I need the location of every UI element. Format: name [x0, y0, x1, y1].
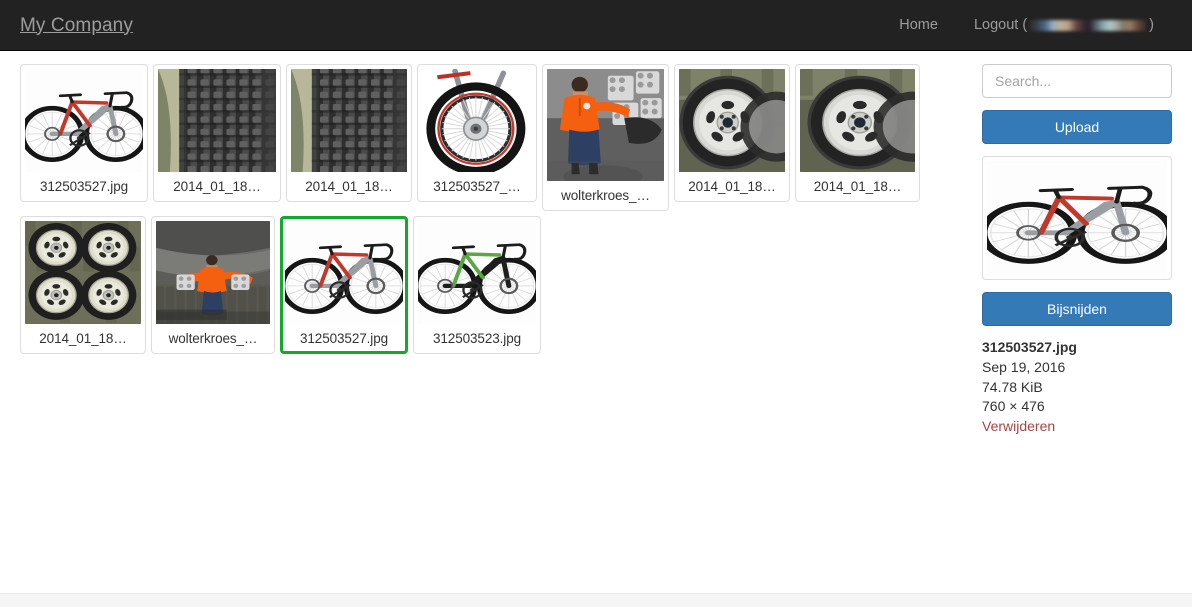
thumbnail-caption: 312503527.jpg	[299, 331, 389, 347]
brand-link[interactable]: My Company	[20, 0, 133, 51]
nav-item-home[interactable]: Home	[881, 0, 956, 51]
metadata-filesize: 74.78 KiB	[982, 378, 1043, 395]
thumbnail-card[interactable]: wolterkroes_…	[151, 216, 275, 355]
thumbnail-image	[285, 221, 403, 325]
thumbnail-image	[25, 221, 141, 325]
thumbnail-card[interactable]: 312503523.jpg	[413, 216, 541, 355]
main-container: 312503527.jpg 2014_01_18… 2014_01_18… 31…	[0, 51, 1192, 437]
thumbnail-card[interactable]: 312503527_…	[417, 64, 537, 203]
metadata-filename: 312503527.jpg	[982, 339, 1077, 355]
thumbnail-caption: 312503527_…	[433, 179, 521, 194]
search-input[interactable]	[982, 64, 1172, 98]
metadata-dimensions: 760 × 476	[982, 398, 1045, 415]
preview-image	[987, 161, 1167, 275]
crop-button[interactable]: Bijsnijden	[982, 292, 1172, 326]
preview-image-box[interactable]	[982, 156, 1172, 280]
nav-item-logout[interactable]: Logout ( )	[956, 0, 1176, 51]
thumbnail-image	[158, 69, 276, 172]
thumbnail-image	[422, 69, 532, 172]
thumbnail-image	[291, 69, 407, 172]
thumbnail-card[interactable]: 2014_01_18…	[795, 64, 920, 203]
thumbnail-caption: wolterkroes_…	[168, 331, 258, 347]
redacted-username	[1029, 19, 1148, 31]
upload-button[interactable]: Upload	[982, 110, 1172, 144]
thumbnail-caption: 312503527.jpg	[39, 179, 129, 194]
thumbnail-card[interactable]: 2014_01_18…	[674, 64, 790, 203]
thumbnail-card[interactable]: 2014_01_18…	[286, 64, 412, 203]
thumbnail-image	[800, 69, 915, 172]
thumbnail-card[interactable]: 2014_01_18…	[153, 64, 281, 203]
thumbnail-caption: 2014_01_18…	[813, 179, 902, 194]
file-metadata: 312503527.jpg Sep 19, 2016 74.78 KiB 760…	[982, 338, 1172, 437]
page-footer	[0, 593, 1192, 607]
thumbnail-image	[25, 69, 143, 172]
thumbnail-caption: 2014_01_18…	[688, 179, 776, 194]
thumbnail-caption: 2014_01_18…	[173, 179, 261, 194]
logout-prefix-text: Logout (	[973, 16, 1028, 33]
thumbnail-image	[679, 69, 785, 172]
thumbnail-image	[547, 69, 664, 181]
page-body: 312503527.jpg 2014_01_18… 2014_01_18… 31…	[0, 51, 1192, 607]
thumbnail-image	[156, 221, 270, 325]
metadata-date: Sep 19, 2016	[982, 358, 1066, 375]
thumbnail-card[interactable]: 312503527.jpg	[20, 64, 148, 203]
thumbnail-caption: 2014_01_18…	[39, 331, 127, 347]
thumbnail-gallery: 312503527.jpg 2014_01_18… 2014_01_18… 31…	[0, 64, 960, 355]
thumbnail-card[interactable]: 2014_01_18…	[20, 216, 146, 355]
thumbnail-caption: 312503523.jpg	[432, 331, 522, 347]
delete-link[interactable]: Verwijderen	[982, 417, 1172, 437]
thumbnail-card[interactable]: wolterkroes_…	[542, 64, 669, 212]
navbar-right-menu: Home Logout ( )	[881, 0, 1176, 51]
thumbnail-card[interactable]: 312503527.jpg	[280, 216, 408, 355]
thumbnail-image	[418, 221, 536, 325]
top-navbar: My Company Home Logout ( )	[0, 0, 1192, 51]
logout-suffix-text: )	[1149, 16, 1154, 33]
thumbnail-caption: wolterkroes_…	[561, 188, 650, 203]
sidebar-panel: Upload	[980, 64, 1192, 437]
thumbnail-caption: 2014_01_18…	[305, 179, 393, 194]
